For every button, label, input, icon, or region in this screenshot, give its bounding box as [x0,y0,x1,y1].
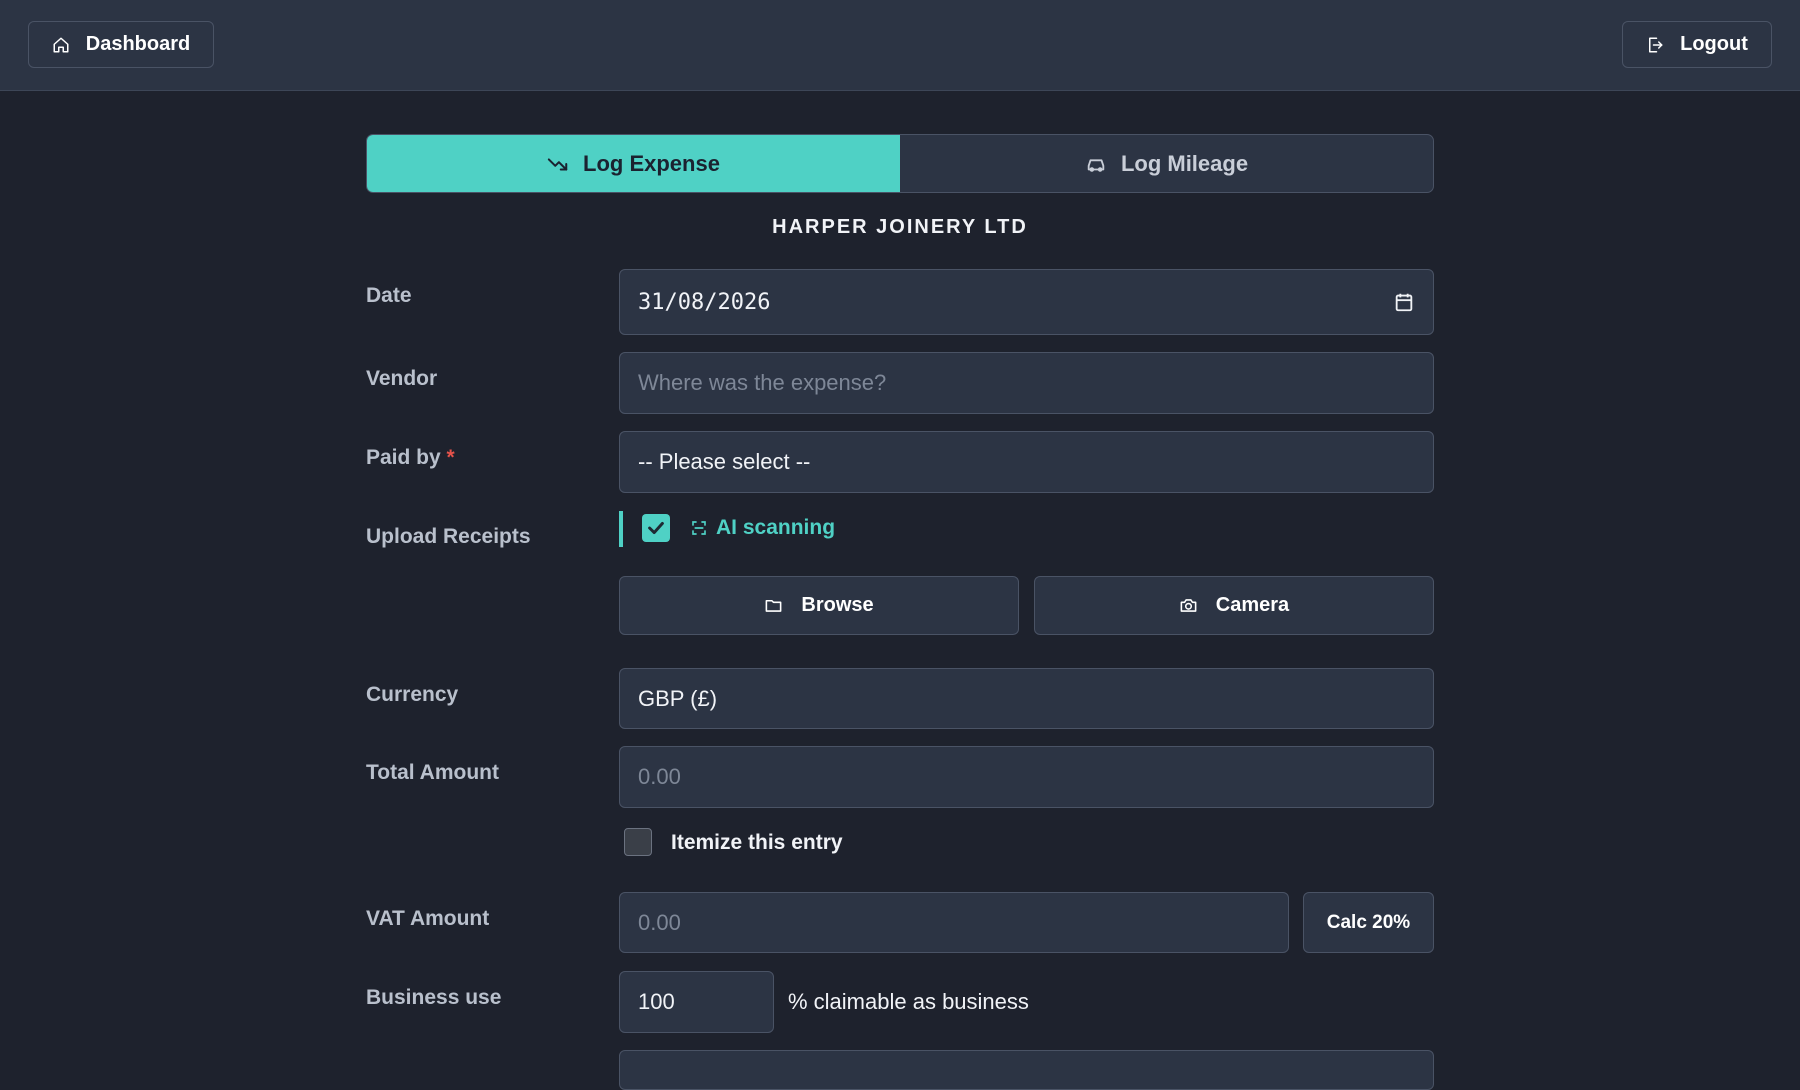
business-use-label: Business use [366,986,502,1009]
entry-type-tabs: Log Expense Log Mileage [366,134,1434,193]
logout-icon [1649,37,1663,52]
currency-select[interactable]: GBP (£) [619,668,1434,729]
business-use-input[interactable]: 100 [619,971,774,1033]
calc-vat-label: Calc 20% [1326,911,1411,933]
paid-by-select[interactable]: -- Please select -- [619,431,1434,493]
logout-label: Logout [1680,33,1748,55]
car-icon [1087,158,1105,172]
browse-button[interactable]: Browse [619,576,1019,635]
required-mark: * [446,446,455,469]
dashboard-label: Dashboard [85,33,191,55]
total-amount-placeholder: 0.00 [638,764,681,789]
business-use-value: 100 [638,989,675,1014]
paid-by-label: Paid by * [366,446,455,470]
ai-scanning-label: AI scanning [716,516,836,539]
date-input[interactable]: 31/08/2026 [619,269,1434,335]
folder-icon [765,599,782,612]
checkmark-icon [648,521,664,535]
upload-receipts-label: Upload Receipts [366,525,531,548]
next-field-partial[interactable] [619,1050,1434,1090]
tab-log-expense[interactable]: Log Expense [367,135,900,192]
scan-icon [692,521,706,535]
ai-scanning-checkbox[interactable] [642,514,670,542]
date-label: Date [366,284,412,307]
trending-down-icon [547,157,568,171]
paid-by-value: -- Please select -- [638,449,811,474]
vendor-label: Vendor [366,367,438,390]
itemize-checkbox[interactable] [624,828,652,856]
top-bar: Dashboard Logout [0,0,1800,91]
camera-icon [1180,599,1197,612]
browse-label: Browse [801,594,874,616]
company-name: HARPER JOINERY LTD [772,216,1028,238]
vendor-placeholder: Where was the expense? [638,370,887,395]
camera-button[interactable]: Camera [1034,576,1434,635]
currency-value: GBP (£) [638,685,718,711]
camera-label: Camera [1215,594,1290,616]
date-value: 31/08/2026 [638,289,771,315]
business-use-suffix: % claimable as business [788,989,1029,1014]
vendor-input[interactable]: Where was the expense? [619,352,1434,414]
home-icon [53,37,69,52]
tab-log-mileage[interactable]: Log Mileage [900,135,1433,192]
tab-log-mileage-label: Log Mileage [1120,150,1249,176]
calendar-icon[interactable] [1393,291,1415,313]
ai-scanning[interactable]: AI scanning [690,516,835,540]
calc-vat-button[interactable]: Calc 20% [1303,892,1434,953]
currency-label: Currency [366,683,459,706]
total-amount-input[interactable]: 0.00 [619,746,1434,808]
dashboard-button[interactable]: Dashboard [28,21,214,68]
vat-amount-input[interactable]: 0.00 [619,892,1289,953]
vat-amount-placeholder: 0.00 [638,909,681,935]
vat-amount-label: VAT Amount [366,907,490,930]
paid-by-label-text: Paid by [366,446,441,469]
total-amount-label: Total Amount [366,761,499,784]
itemize-label: Itemize this entry [671,831,843,854]
upload-accent-bar [619,511,623,547]
logout-button[interactable]: Logout [1622,21,1772,68]
tab-log-expense-label: Log Expense [583,150,720,176]
